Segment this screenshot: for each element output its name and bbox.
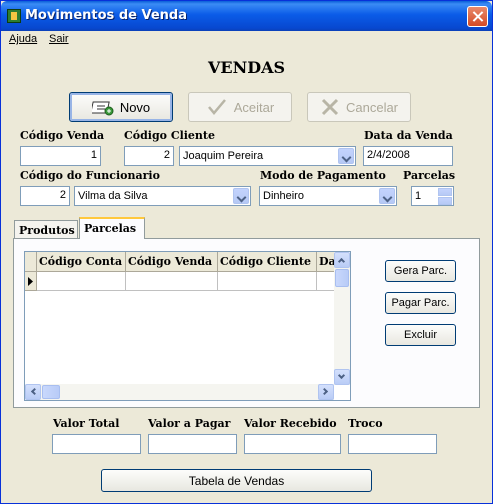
chevron-down-icon[interactable] [379,188,395,204]
novo-label: Novo [119,99,151,115]
cancelar-button[interactable]: Cancelar [307,92,411,122]
row-indicator[interactable] [25,272,37,291]
menu-sair[interactable]: Sair [49,33,69,45]
codigo-funcionario-field[interactable]: 2 [20,186,70,206]
modo-pagamento-label: Modo de Pagamento [260,169,386,182]
app-icon [7,9,21,23]
valor-total-label: Valor Total [53,417,120,430]
table-cell[interactable] [218,272,317,291]
cancelar-label: Cancelar [345,99,399,115]
gera-parc-button[interactable]: Gera Parc. [385,260,456,282]
page-title: VENDAS [207,58,286,77]
codigo-venda-field[interactable]: 1 [20,146,101,166]
cancel-x-icon [321,98,339,116]
menu-bar: Ajuda Sair [2,31,491,49]
column-header[interactable]: Da [317,252,335,272]
column-header[interactable]: Código Cliente [218,252,317,272]
scroll-thumb[interactable] [42,385,60,399]
pagar-parc-button[interactable]: Pagar Parc. [385,292,456,314]
chevron-down-icon[interactable] [233,188,249,204]
tab-parcelas[interactable]: Parcelas [79,217,145,239]
cliente-select[interactable]: Joaquim Pereira [179,146,356,166]
novo-button[interactable]: Novo [69,92,173,122]
horizontal-scrollbar[interactable] [25,384,334,400]
data-venda-field[interactable]: 2/4/2008 [363,146,453,166]
column-header[interactable]: Código Conta [37,252,126,272]
chevron-down-icon[interactable] [338,148,354,164]
scroll-up-icon[interactable] [334,252,350,268]
menu-ajuda[interactable]: Ajuda [9,33,37,45]
codigo-cliente-field[interactable]: 2 [124,146,174,166]
table-cell[interactable] [317,272,335,291]
valor-pagar-label: Valor a Pagar [148,417,231,430]
table-cell[interactable] [126,272,218,291]
troco-field[interactable] [348,434,437,454]
tabela-vendas-label: Tabela de Vendas [188,473,285,488]
aceitar-button[interactable]: Aceitar [188,92,292,122]
scroll-right-icon[interactable] [318,384,334,400]
excluir-button[interactable]: Excluir [385,324,456,346]
parcelas-stepper[interactable]: 1 [411,186,454,206]
grid-corner [25,252,37,272]
scroll-thumb[interactable] [335,269,349,287]
tab-produtos[interactable]: Produtos [14,220,78,240]
parcelas-grid[interactable]: Código Conta Código Venda Código Cliente… [24,251,351,401]
parcelas-label: Parcelas [403,169,456,182]
spin-down-icon[interactable] [438,197,452,205]
codigo-cliente-label: Código Cliente [124,129,216,142]
valor-recebido-label: Valor Recebido [244,417,337,430]
close-icon[interactable] [467,6,488,27]
tabela-vendas-button[interactable]: Tabela de Vendas [101,469,372,492]
window-title: Movimentos de Venda [25,8,187,23]
funcionario-select[interactable]: Vilma da Silva [74,186,251,206]
check-icon [207,99,226,115]
column-header[interactable]: Código Venda [126,252,218,272]
valor-total-field[interactable] [52,434,141,454]
parcelas-value: 1 [415,190,422,202]
data-venda-label: Data da Venda [364,129,453,142]
spin-up-icon[interactable] [438,188,452,196]
valor-recebido-field[interactable] [244,434,341,454]
cliente-select-value: Joaquim Pereira [183,150,264,162]
codigo-venda-label: Código Venda [20,129,105,142]
row-pointer-icon [28,277,33,286]
valor-pagar-field[interactable] [148,434,237,454]
modo-pagamento-value: Dinheiro [263,190,304,202]
scroll-left-icon[interactable] [25,384,41,400]
modo-pagamento-select[interactable]: Dinheiro [259,186,397,206]
new-record-icon [91,101,114,116]
title-bar[interactable]: Movimentos de Venda [1,1,492,31]
scroll-down-icon[interactable] [334,369,350,385]
funcionario-select-value: Vilma da Silva [78,190,148,202]
vertical-scrollbar[interactable] [334,252,350,385]
codigo-funcionario-label: Código do Funcionario [20,169,160,182]
table-cell[interactable] [37,272,126,291]
troco-label: Troco [348,417,383,430]
main-window: Movimentos de Venda Ajuda Sair VENDAS No… [0,0,493,504]
aceitar-label: Aceitar [233,99,275,115]
